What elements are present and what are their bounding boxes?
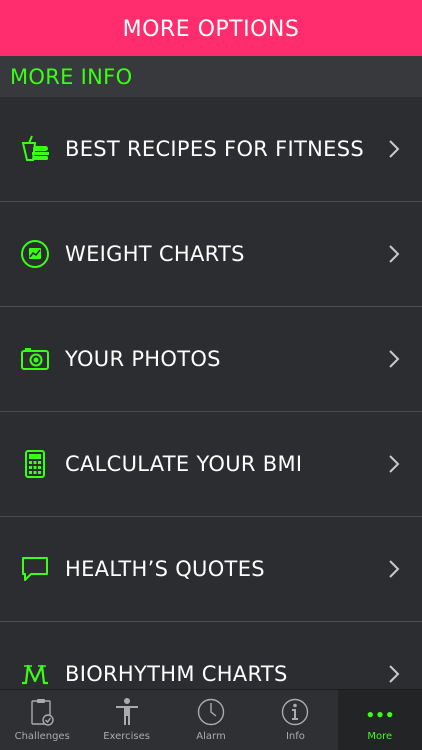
menu-item-weight-charts[interactable]: WEIGHT CHARTS — [0, 202, 422, 307]
tab-label: More — [367, 731, 393, 742]
camera-icon — [20, 344, 50, 374]
tab-label: Challenges — [14, 731, 70, 742]
section-header: MORE INFO — [0, 56, 422, 97]
tab-challenges[interactable]: Challenges — [0, 690, 84, 750]
tab-info[interactable]: Info — [253, 690, 337, 750]
food-icon — [20, 134, 50, 164]
tab-label: Exercises — [103, 731, 151, 742]
menu-item-label: CALCULATE YOUR BMI — [65, 452, 303, 476]
menu-item-recipes[interactable]: BEST RECIPES FOR FITNESS — [0, 97, 422, 202]
menu-list: BEST RECIPES FOR FITNESS WEIGHT CHARTS Y… — [0, 97, 422, 727]
more-options-screen: MORE OPTIONS MORE INFO BEST RECIPES FOR … — [0, 0, 422, 750]
menu-item-label: YOUR PHOTOS — [65, 347, 221, 371]
more-dots-icon — [365, 697, 395, 727]
chevron-right-icon — [388, 244, 400, 264]
menu-item-label: WEIGHT CHARTS — [65, 242, 245, 266]
tab-label: Alarm — [196, 731, 226, 742]
page-title: MORE OPTIONS — [122, 16, 300, 42]
chevron-right-icon — [388, 454, 400, 474]
info-icon — [280, 697, 310, 727]
chart-icon — [20, 239, 50, 269]
chevron-right-icon — [388, 559, 400, 579]
menu-item-label: BIORHYTHM CHARTS — [65, 662, 288, 686]
header-bar: MORE OPTIONS — [0, 0, 422, 56]
tab-label: Info — [285, 731, 305, 742]
tab-more[interactable]: More — [337, 690, 422, 750]
menu-item-photos[interactable]: YOUR PHOTOS — [0, 307, 422, 412]
menu-item-label: HEALTH’S QUOTES — [65, 557, 265, 581]
calculator-icon — [20, 449, 50, 479]
biorhythm-icon — [20, 659, 50, 689]
clock-icon — [196, 697, 226, 727]
tab-alarm[interactable]: Alarm — [169, 690, 253, 750]
menu-item-quotes[interactable]: HEALTH’S QUOTES — [0, 517, 422, 622]
tab-bar: Challenges Exercises Alarm Info More — [0, 689, 422, 750]
clipboard-check-icon — [27, 697, 57, 727]
speech-bubble-icon — [20, 554, 50, 584]
chevron-right-icon — [388, 664, 400, 684]
menu-item-label: BEST RECIPES FOR FITNESS — [65, 137, 364, 161]
tab-exercises[interactable]: Exercises — [84, 690, 168, 750]
chevron-right-icon — [388, 349, 400, 369]
person-icon — [112, 697, 142, 727]
section-title: MORE INFO — [10, 64, 133, 89]
chevron-right-icon — [388, 139, 400, 159]
menu-item-bmi[interactable]: CALCULATE YOUR BMI — [0, 412, 422, 517]
